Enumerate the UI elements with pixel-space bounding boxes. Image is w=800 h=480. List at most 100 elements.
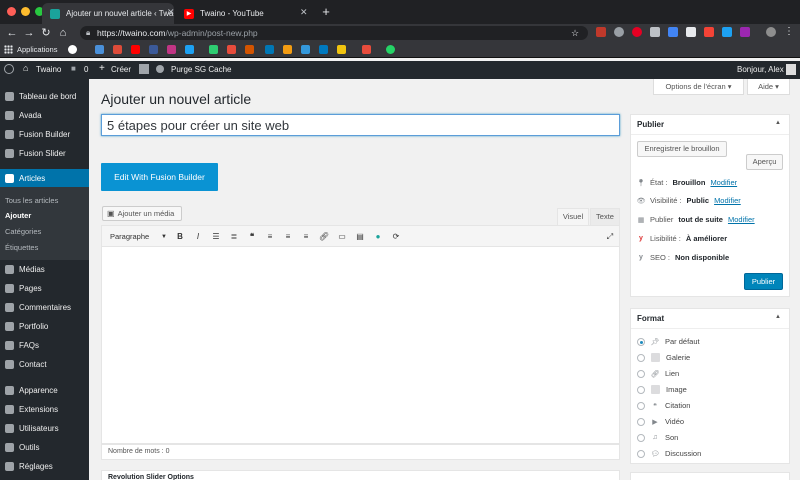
- close-tab-icon[interactable]: ✕: [300, 7, 308, 18]
- apps-bookmark[interactable]: Applications: [4, 45, 57, 54]
- collapse-arrow-icon[interactable]: ▲: [775, 120, 781, 126]
- wordpress-logo-icon[interactable]: [4, 64, 14, 74]
- content-editor[interactable]: [101, 247, 620, 444]
- extension-icon[interactable]: [722, 27, 732, 37]
- format-option-chat[interactable]: 💬︎ Discussion: [637, 449, 701, 458]
- bookmark-icon[interactable]: [301, 45, 310, 54]
- extension-icon[interactable]: [740, 27, 750, 37]
- format-box-header[interactable]: Format ▲: [631, 309, 789, 329]
- help-button[interactable]: Aide ▾: [747, 79, 790, 95]
- sidebar-item-dashboard[interactable]: Tableau de bord: [0, 87, 89, 105]
- radio-button[interactable]: [637, 369, 645, 378]
- radio-button[interactable]: [637, 433, 645, 442]
- format-option-gallery[interactable]: Galerie: [637, 353, 690, 362]
- edit-visibility-link[interactable]: Modifier: [714, 196, 741, 205]
- bookmark-icon[interactable]: [113, 45, 122, 54]
- fullscreen-icon[interactable]: ⤢: [604, 230, 616, 243]
- submenu-add-new[interactable]: Ajouter: [5, 211, 31, 220]
- sidebar-item-articles[interactable]: Articles: [0, 169, 89, 187]
- preview-button[interactable]: Aperçu: [746, 154, 783, 170]
- sidebar-item-portfolio[interactable]: Portfolio: [0, 317, 89, 335]
- user-avatar[interactable]: [786, 64, 796, 75]
- mail-bookmark-icon[interactable]: [95, 45, 104, 54]
- sidebar-item-plugins[interactable]: Extensions: [0, 400, 89, 418]
- revolution-slider-box-title[interactable]: Revolution Slider Options: [101, 470, 620, 480]
- sidebar-item-fusion-slider[interactable]: Fusion Slider: [0, 144, 89, 162]
- sidebar-item-contact[interactable]: Contact: [0, 355, 89, 373]
- sidebar-item-avada[interactable]: Avada: [0, 106, 89, 124]
- radio-button[interactable]: [637, 417, 645, 426]
- align-right-icon[interactable]: ≡: [300, 230, 312, 243]
- edit-with-fusion-builder-button[interactable]: Edit With Fusion Builder: [101, 163, 218, 191]
- bookmark-star-icon[interactable]: ☆: [571, 28, 579, 39]
- google-bookmark-icon[interactable]: [68, 45, 77, 54]
- user-greeting[interactable]: Bonjour, Alex: [737, 65, 784, 74]
- format-select[interactable]: Paragraphe ▼: [106, 231, 170, 243]
- extension-icon[interactable]: [650, 27, 660, 37]
- minimize-window-button[interactable]: [21, 7, 30, 16]
- sidebar-item-tools[interactable]: Outils: [0, 438, 89, 456]
- comments-count[interactable]: 0: [84, 65, 88, 74]
- sidebar-item-users[interactable]: Utilisateurs: [0, 419, 89, 437]
- close-window-button[interactable]: [7, 7, 16, 16]
- bookmark-icon[interactable]: [245, 45, 254, 54]
- sidebar-item-fusion-builder[interactable]: Fusion Builder: [0, 125, 89, 143]
- radio-button[interactable]: [637, 337, 645, 346]
- home-icon[interactable]: ⌂: [56, 26, 70, 40]
- bold-icon[interactable]: B: [174, 230, 186, 243]
- radio-button[interactable]: [637, 449, 645, 458]
- extension-icon[interactable]: [614, 27, 624, 37]
- align-left-icon[interactable]: ≡: [264, 230, 276, 243]
- browser-menu-icon[interactable]: ⋮: [784, 26, 794, 37]
- radio-button[interactable]: [637, 353, 645, 362]
- edit-schedule-link[interactable]: Modifier: [728, 215, 755, 224]
- browser-tab-youtube[interactable]: ▶ Twaino - YouTube: [176, 3, 314, 24]
- link-icon[interactable]: 🔗︎: [318, 230, 330, 243]
- back-icon[interactable]: ←: [5, 26, 19, 40]
- sidebar-item-pages[interactable]: Pages: [0, 279, 89, 297]
- format-option-video[interactable]: ▶ Vidéo: [637, 417, 684, 426]
- sidebar-item-media[interactable]: Médias: [0, 260, 89, 278]
- address-bar[interactable]: 🔒︎ https://twaino.com/wp-admin/post-new.…: [80, 26, 588, 40]
- new-content-link[interactable]: Créer: [111, 65, 131, 74]
- purge-cache-link[interactable]: Purge SG Cache: [171, 65, 231, 74]
- sidebar-item-comments[interactable]: Commentaires: [0, 298, 89, 316]
- format-option-link[interactable]: 🔗︎ Lien: [637, 369, 679, 378]
- site-name-link[interactable]: Twaino: [36, 65, 61, 74]
- sidebar-item-faqs[interactable]: FAQs: [0, 336, 89, 354]
- profile-avatar[interactable]: [766, 27, 776, 37]
- reload-icon[interactable]: ↻: [39, 26, 53, 40]
- toolbar-toggle-icon[interactable]: ▤: [354, 230, 366, 243]
- bookmark-icon[interactable]: [209, 45, 218, 54]
- collapse-arrow-icon[interactable]: ▲: [775, 314, 781, 320]
- post-title-input[interactable]: [101, 114, 620, 136]
- facebook-bookmark-icon[interactable]: [149, 45, 158, 54]
- twitter-bookmark-icon[interactable]: [185, 45, 194, 54]
- trello-bookmark-icon[interactable]: [319, 45, 328, 54]
- radio-button[interactable]: [637, 401, 645, 410]
- submenu-tags[interactable]: Étiquettes: [5, 243, 38, 252]
- slider-shortcode-icon[interactable]: ⟳: [390, 230, 402, 243]
- add-media-button[interactable]: ▣ Ajouter un média: [102, 206, 182, 221]
- browser-tab-active[interactable]: Ajouter un nouvel article ‹ Twa: [42, 3, 174, 24]
- align-center-icon[interactable]: ≡: [282, 230, 294, 243]
- read-more-icon[interactable]: ▭: [336, 230, 348, 243]
- bullet-list-icon[interactable]: ☰: [210, 230, 222, 243]
- italic-icon[interactable]: I: [192, 230, 204, 243]
- yoast-icon[interactable]: [139, 64, 149, 74]
- format-option-audio[interactable]: ♫ Son: [637, 433, 678, 442]
- bookmark-icon[interactable]: [362, 45, 371, 54]
- close-tab-icon[interactable]: ✕: [167, 7, 175, 18]
- blockquote-icon[interactable]: ❝: [246, 230, 258, 243]
- tab-visual[interactable]: Visuel: [557, 208, 589, 225]
- tab-text[interactable]: Texte: [590, 208, 620, 225]
- submenu-categories[interactable]: Catégories: [5, 227, 41, 236]
- sidebar-item-settings[interactable]: Réglages: [0, 457, 89, 475]
- forward-icon[interactable]: →: [22, 26, 36, 40]
- extension-icon[interactable]: [704, 27, 714, 37]
- fusion-shortcode-icon[interactable]: ●: [372, 230, 384, 243]
- linkedin-bookmark-icon[interactable]: [265, 45, 274, 54]
- publish-box-header[interactable]: Publier ▲: [631, 115, 789, 135]
- youtube-bookmark-icon[interactable]: [131, 45, 140, 54]
- numbered-list-icon[interactable]: ≣: [228, 230, 240, 243]
